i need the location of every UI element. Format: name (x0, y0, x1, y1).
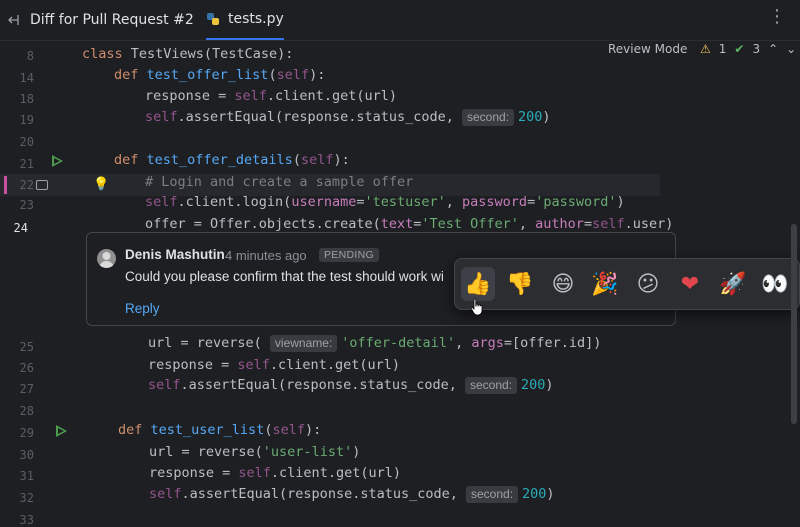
run-test-icon[interactable] (56, 425, 67, 437)
line-number: 27 (19, 382, 34, 396)
line-number: 19 (19, 113, 34, 127)
hand-cursor-icon (470, 298, 483, 316)
code-line: def test_offer_details(self): (114, 152, 350, 168)
warning-count: 1 (718, 42, 727, 56)
line-number: 14 (19, 71, 34, 85)
lightbulb-icon[interactable]: 💡 (93, 177, 109, 192)
code-line: response = self.client.get(url) (148, 357, 400, 373)
grinning-icon: 😄 (551, 271, 575, 297)
chevron-up-icon[interactable]: ⌃ (768, 42, 778, 56)
tab-bar: Diff for Pull Request #2 tests.py ⋮ (0, 0, 800, 41)
line-number: 29 (19, 426, 34, 440)
line-number: 31 (19, 469, 34, 483)
comment-text: Could you please confirm that the test s… (125, 269, 444, 284)
line-number: 22 (19, 178, 34, 192)
line-number: 28 (19, 404, 34, 418)
confused-icon: 😕 (636, 271, 660, 297)
confused-reaction[interactable]: 😕 (631, 267, 665, 301)
code-line: self.assertEqual(response.status_code, s… (145, 109, 551, 126)
code-line: self.client.login(username='testuser', p… (145, 194, 625, 210)
eyes-reaction[interactable]: 👀 (758, 267, 792, 301)
python-icon (206, 12, 220, 26)
check-count: 3 (752, 42, 761, 56)
eyes-icon: 👀 (761, 271, 789, 297)
tab-diff[interactable]: Diff for Pull Request #2 (8, 0, 194, 40)
line-number-current: 24 (13, 221, 28, 235)
code-line: self.assertEqual(response.status_code, s… (148, 377, 554, 394)
status-badge: PENDING (319, 248, 379, 262)
thumbs-up-reaction[interactable]: 👍 (461, 267, 495, 301)
thumbs-down-icon: 👎 (506, 271, 534, 297)
vertical-scrollbar[interactable] (791, 224, 797, 424)
code-line: class TestViews(TestCase): (82, 46, 294, 62)
code-line: response = self.client.get(url) (145, 88, 397, 104)
code-line: url = reverse('user-list') (149, 444, 361, 460)
line-number: 18 (19, 92, 34, 106)
code-line: def test_offer_list(self): (114, 67, 326, 83)
diff-arrow-icon (8, 13, 22, 27)
rocket-icon: 🚀 (719, 271, 747, 297)
thumbs-up-icon: 👍 (464, 271, 492, 297)
inspection-counters[interactable]: ⚠ 1 ✔ 3 ⌃ ⌄ (700, 42, 796, 56)
code-line: def test_user_list(self): (118, 422, 322, 438)
heart-reaction[interactable]: ❤ (673, 267, 707, 301)
line-number: 32 (19, 491, 34, 505)
code-line: # Login and create a sample offer (145, 174, 414, 190)
code-line-current: offer = Offer.objects.create(text='Test … (145, 216, 674, 232)
chevron-down-icon[interactable]: ⌄ (786, 42, 796, 56)
grinning-reaction[interactable]: 😄 (546, 267, 580, 301)
comment-time: 4 minutes ago (225, 248, 307, 263)
avatar (97, 249, 116, 268)
code-line: url = reverse( viewname:'offer-detail', … (148, 335, 602, 352)
comment-author: Denis Mashutin (125, 247, 225, 262)
run-test-icon[interactable] (52, 155, 63, 167)
code-line: self.assertEqual(response.status_code, s… (149, 486, 555, 503)
line-number: 26 (19, 361, 34, 375)
thumbs-down-reaction[interactable]: 👎 (503, 267, 537, 301)
line-number: 30 (19, 448, 34, 462)
comment-icon[interactable] (36, 180, 48, 190)
party-popper-icon: 🎉 (591, 271, 619, 297)
party-popper-reaction[interactable]: 🎉 (588, 267, 622, 301)
check-icon: ✔ (734, 42, 745, 56)
tab-diff-label: Diff for Pull Request #2 (30, 12, 194, 28)
reply-link[interactable]: Reply (125, 301, 160, 316)
line-number: 8 (26, 49, 34, 63)
heart-icon: ❤ (680, 271, 700, 297)
line-number: 21 (19, 157, 34, 171)
reaction-picker: 👍 👎 😄 🎉 😕 ❤ 🚀 👀 (454, 258, 800, 310)
line-number: 23 (19, 198, 34, 212)
line-number: 20 (19, 135, 34, 149)
review-mode-label[interactable]: Review Mode (608, 42, 687, 56)
line-number: 25 (19, 340, 34, 354)
rocket-reaction[interactable]: 🚀 (716, 267, 750, 301)
tab-tests-py[interactable]: tests.py (206, 0, 284, 40)
code-line: response = self.client.get(url) (149, 465, 401, 481)
warning-icon: ⚠ (700, 42, 711, 56)
tab-tests-py-label: tests.py (228, 11, 284, 27)
more-options-icon[interactable]: ⋮ (768, 6, 786, 27)
